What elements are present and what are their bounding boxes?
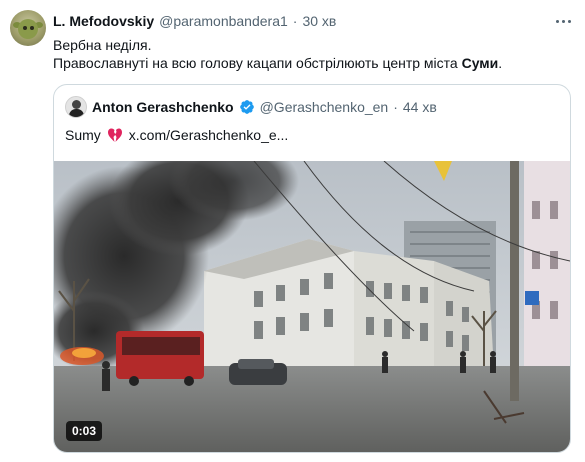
quoted-link[interactable]: x.com/Gerashchenko_e... bbox=[129, 125, 289, 145]
quoted-tweet[interactable]: Anton Gerashchenko @Gerashchenko_en · 44… bbox=[53, 84, 571, 453]
quoted-text: Sumy bbox=[65, 127, 101, 143]
city-name: Суми bbox=[461, 55, 499, 71]
tweet-text: Вербна неділя. Православнуті на всю голо… bbox=[53, 36, 573, 72]
tweet[interactable]: L. Mefodovskiy @paramonbandera1 · 30 хв … bbox=[0, 0, 585, 462]
timestamp[interactable]: 30 хв bbox=[302, 13, 336, 29]
more-icon[interactable] bbox=[553, 12, 573, 30]
tweet-text-line-1: Вербна неділя. bbox=[53, 37, 152, 53]
tweet-header: L. Mefodovskiy @paramonbandera1 · 30 хв bbox=[53, 12, 336, 30]
display-name[interactable]: L. Mefodovskiy bbox=[53, 13, 154, 29]
video-player[interactable]: 0:03 bbox=[54, 161, 570, 452]
tweet-text-line-2-suffix: . bbox=[498, 55, 503, 71]
user-avatar[interactable] bbox=[10, 10, 46, 46]
verified-icon bbox=[239, 100, 254, 114]
quoted-display-name: Anton Gerashchenko bbox=[92, 99, 234, 115]
video-frame bbox=[54, 161, 570, 452]
separator-dot: · bbox=[292, 13, 298, 29]
broken-heart-icon bbox=[107, 128, 122, 142]
video-duration-badge: 0:03 bbox=[66, 421, 103, 441]
quoted-user-handle: @Gerashchenko_en bbox=[259, 99, 389, 115]
quoted-timestamp: 44 хв bbox=[402, 99, 437, 115]
tweet-text-line-2-prefix: Православнуті на всю голову кацапи обстр… bbox=[53, 55, 462, 71]
tweet-text-line-2: Православнуті на всю голову кацапи обстр… bbox=[53, 54, 573, 72]
quoted-user-avatar bbox=[65, 96, 87, 118]
quoted-separator-dot: · bbox=[393, 99, 398, 115]
quoted-tweet-header: Anton Gerashchenko @Gerashchenko_en · 44… bbox=[65, 95, 437, 119]
user-handle[interactable]: @paramonbandera1 bbox=[159, 13, 288, 29]
quoted-tweet-text: Sumy x.com/Gerashchenko_e... bbox=[65, 125, 288, 145]
